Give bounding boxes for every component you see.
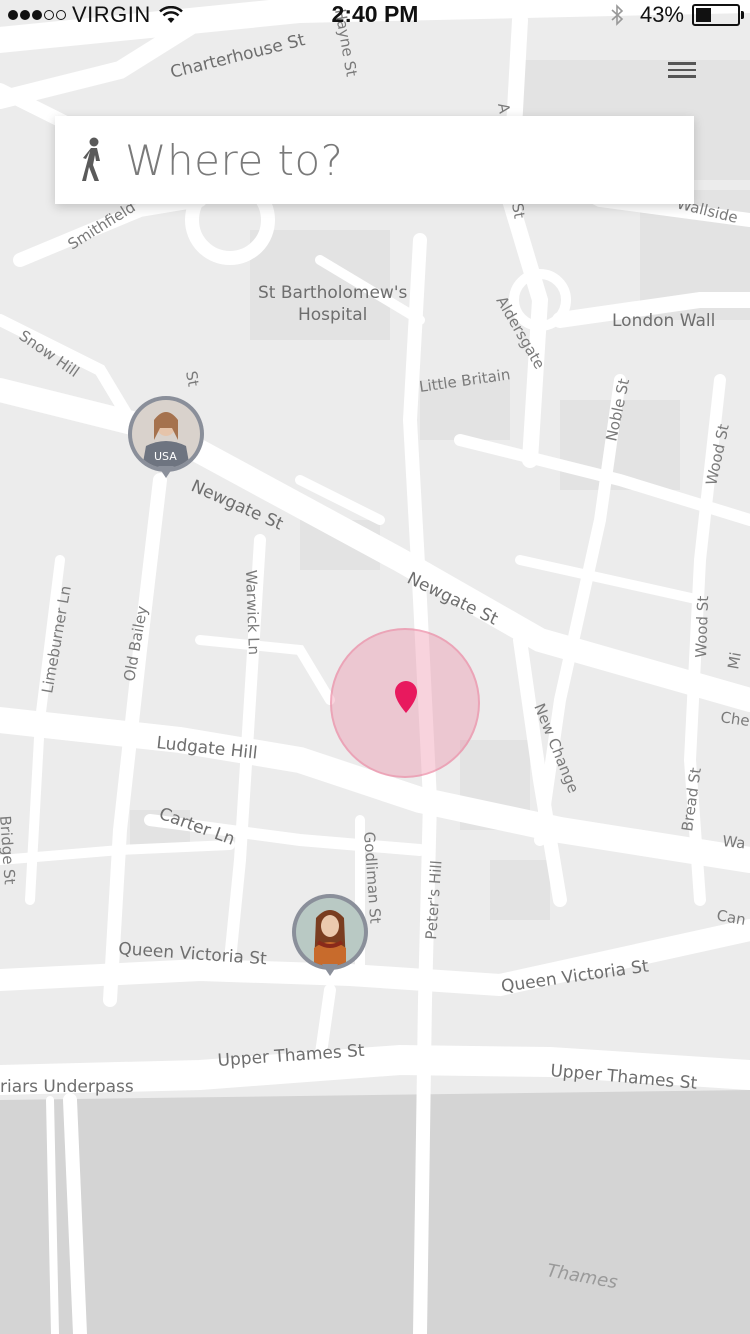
- street-label: Mi: [724, 651, 745, 671]
- status-bar: VIRGIN 2:40 PM 43%: [0, 0, 750, 30]
- walking-person-icon[interactable]: [79, 137, 109, 183]
- battery-icon: [692, 4, 744, 26]
- battery-percentage: 43%: [639, 2, 684, 27]
- avatar: [296, 898, 364, 966]
- street-label: Wa: [722, 832, 747, 852]
- street-label: St: [182, 370, 202, 388]
- svg-text:USA: USA: [154, 450, 177, 463]
- location-pin-icon[interactable]: [393, 680, 419, 714]
- street-label: Warwick Ln: [242, 570, 263, 656]
- status-right: 43%: [610, 2, 744, 28]
- street-label: riars Underpass: [0, 1077, 134, 1097]
- user-avatar-marker[interactable]: USA: [128, 396, 204, 484]
- search-placeholder: Where to?: [125, 135, 344, 185]
- user-avatar-marker[interactable]: [292, 894, 368, 982]
- avatar: USA: [132, 400, 200, 468]
- battery-level: [696, 8, 711, 22]
- hamburger-menu-icon[interactable]: [666, 58, 698, 86]
- street-label: Wood St: [692, 595, 712, 658]
- street-label: London Wall: [612, 311, 715, 331]
- poi-label: Hospital: [298, 305, 367, 325]
- destination-search-box[interactable]: Where to?: [55, 116, 694, 204]
- poi-label: St Bartholomew's: [258, 283, 407, 303]
- bluetooth-icon: [611, 4, 624, 26]
- street-label: St: [508, 202, 528, 220]
